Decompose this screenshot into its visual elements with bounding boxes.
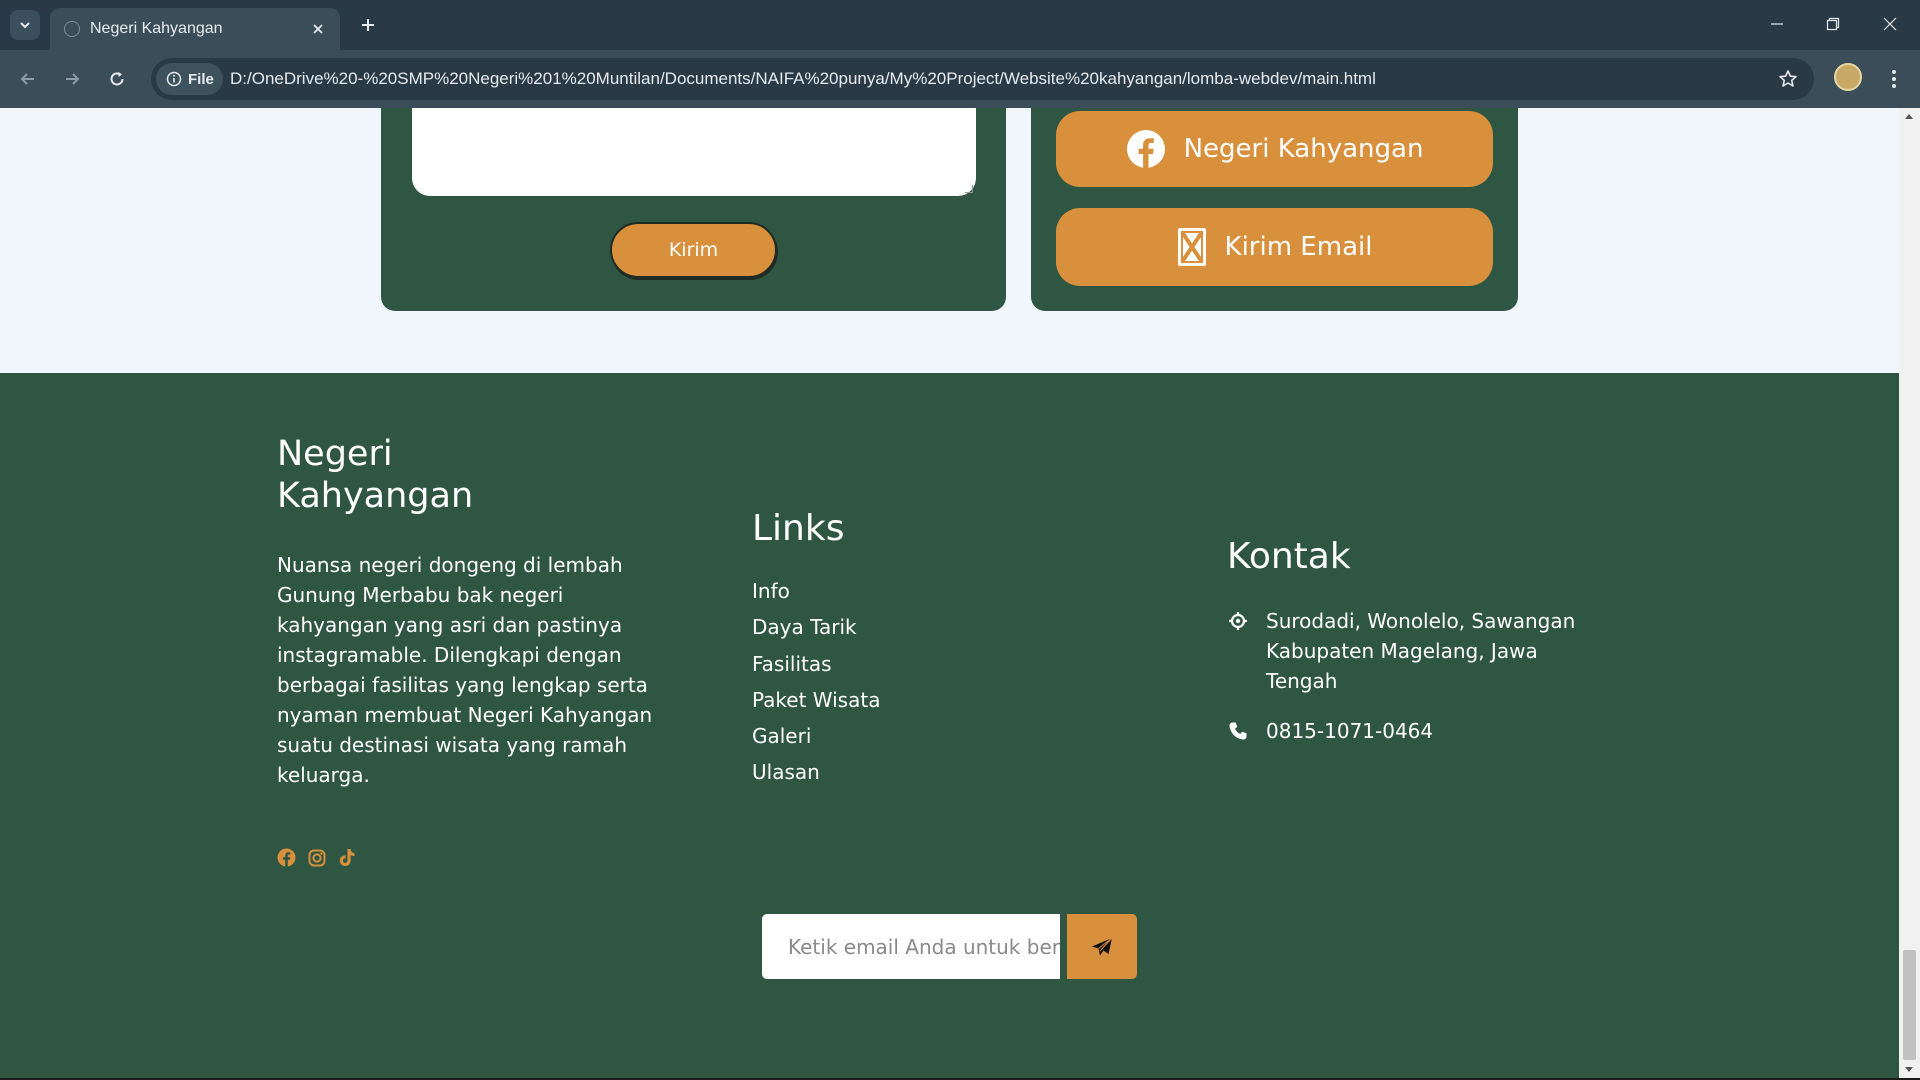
minimize-button[interactable] <box>1759 8 1795 40</box>
facebook-link-button[interactable]: Negeri Kahyangan <box>1056 111 1493 187</box>
minimize-icon <box>1771 23 1783 25</box>
site-chip-label: File <box>188 70 214 88</box>
send-email-label: Kirim Email <box>1224 232 1373 262</box>
site-info-chip[interactable]: File <box>156 63 223 95</box>
contact-section: Kirim Negeri Kahyangan Kirim Email <box>0 108 1899 373</box>
social-contact-card: Negeri Kahyangan Kirim Email <box>1031 108 1518 311</box>
close-tab-button[interactable] <box>308 19 328 39</box>
tab-title: Negeri Kahyangan <box>90 20 223 37</box>
phone-icon <box>1227 716 1249 746</box>
footer-brand-title: Negeri Kahyangan <box>277 433 577 517</box>
footer-links: Info Daya Tarik Fasilitas Paket Wisata G… <box>752 577 880 795</box>
facebook-icon <box>1126 130 1165 168</box>
newsletter-form <box>762 914 1137 979</box>
reload-icon <box>110 72 124 86</box>
tab-search-button[interactable] <box>10 10 40 40</box>
email-icon <box>1177 228 1206 266</box>
browser-menu-button[interactable] <box>1880 64 1908 94</box>
reload-button[interactable] <box>102 64 132 94</box>
tiktok-icon[interactable] <box>337 848 356 867</box>
footer-social-icons <box>277 848 356 867</box>
browser-toolbar: File D:/OneDrive%20-%20SMP%20Negeri%201%… <box>0 50 1920 108</box>
restore-icon <box>1826 17 1840 31</box>
forward-button[interactable] <box>57 64 87 94</box>
phone-row: 0815-1071-0464 <box>1227 716 1433 746</box>
address-bar[interactable]: File D:/OneDrive%20-%20SMP%20Negeri%201%… <box>151 58 1814 100</box>
new-tab-button[interactable] <box>355 12 381 38</box>
footer-link-ulasan[interactable]: Ulasan <box>752 758 880 794</box>
close-icon <box>1883 17 1897 31</box>
footer-link-daya-tarik[interactable]: Daya Tarik <box>752 613 880 649</box>
restore-button[interactable] <box>1815 8 1851 40</box>
address-row: Surodadi, Wonolelo, Sawangan Kabupaten M… <box>1227 606 1587 696</box>
profile-avatar[interactable] <box>1834 63 1862 91</box>
submit-button[interactable]: Kirim <box>610 222 777 278</box>
url-text[interactable]: D:/OneDrive%20-%20SMP%20Negeri%201%20Mun… <box>230 69 1376 89</box>
kontak-heading: Kontak <box>1227 536 1351 577</box>
send-email-button[interactable]: Kirim Email <box>1056 208 1493 286</box>
close-window-button[interactable] <box>1872 8 1908 40</box>
brand-line-1: Negeri <box>277 434 393 474</box>
brand-line-2: Kahyangan <box>277 476 474 516</box>
bookmark-button[interactable] <box>1776 67 1800 91</box>
newsletter-submit-button[interactable] <box>1067 914 1137 979</box>
location-icon <box>1227 606 1249 636</box>
message-textarea[interactable] <box>412 108 976 196</box>
scroll-down-arrow-icon[interactable] <box>1905 1067 1913 1072</box>
instagram-icon[interactable] <box>307 848 326 867</box>
resize-handle[interactable] <box>965 185 973 193</box>
page-scrollbar[interactable] <box>1899 108 1920 1078</box>
footer-link-paket-wisata[interactable]: Paket Wisata <box>752 686 880 722</box>
phone-text: 0815-1071-0464 <box>1266 719 1434 743</box>
globe-icon <box>64 21 80 37</box>
tab-strip: Negeri Kahyangan <box>0 0 1920 50</box>
footer-link-fasilitas[interactable]: Fasilitas <box>752 650 880 686</box>
arrow-right-icon <box>66 73 80 85</box>
scrollbar-thumb[interactable] <box>1903 950 1916 1060</box>
plus-icon <box>362 19 374 31</box>
facebook-icon[interactable] <box>277 848 296 867</box>
address-text: Surodadi, Wonolelo, Sawangan Kabupaten M… <box>1266 609 1576 693</box>
more-vertical-icon <box>1892 70 1896 88</box>
info-icon <box>166 71 182 87</box>
facebook-link-label: Negeri Kahyangan <box>1183 134 1424 164</box>
message-form-card: Kirim <box>381 108 1006 311</box>
back-button[interactable] <box>13 64 43 94</box>
paper-plane-icon <box>1092 937 1113 955</box>
browser-tab[interactable]: Negeri Kahyangan <box>50 8 340 50</box>
page-viewport: Kirim Negeri Kahyangan Kirim Email Neger… <box>0 108 1899 1078</box>
links-heading: Links <box>752 508 845 549</box>
footer-link-galeri[interactable]: Galeri <box>752 722 880 758</box>
chevron-down-icon <box>20 22 30 29</box>
newsletter-email-input[interactable] <box>762 914 1060 979</box>
footer-link-info[interactable]: Info <box>752 577 880 613</box>
close-icon <box>313 24 323 34</box>
arrow-left-icon <box>20 73 34 85</box>
scroll-up-arrow-icon[interactable] <box>1905 114 1913 119</box>
star-icon <box>1779 70 1797 87</box>
footer-description: Nuansa negeri dongeng di lembah Gunung M… <box>277 553 653 787</box>
